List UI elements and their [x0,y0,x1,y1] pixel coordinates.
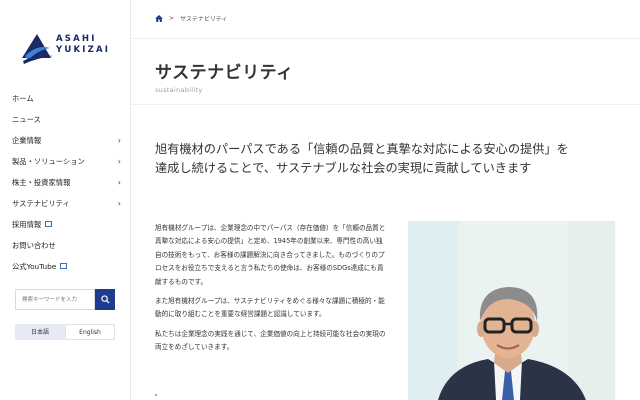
sidebar: ASAHI YUKIZAI ホーム ニュース 企業情報 › 製品・ソリューション… [0,0,131,400]
chevron-right-icon: › [117,136,121,145]
sidebar-item-company[interactable]: 企業情報 › [0,130,131,151]
main-content: > サステナビリティ サステナビリティ sustainability 旭有機材の… [131,0,640,400]
breadcrumb-current: サステナビリティ [180,16,228,23]
sidebar-item-label: ニュース [12,115,41,124]
body-paragraph: 旭有機材グループは、企業理念の中でパーパス（存在価値）を「信頼の品質と真摯な対応… [155,224,386,286]
sidebar-item-products[interactable]: 製品・ソリューション › [0,151,131,172]
sidebar-item-sustainability[interactable]: サステナビリティ › [0,193,131,214]
logo-line-2: YUKIZAI [56,45,111,55]
sidebar-item-youtube[interactable]: 公式YouTube [0,256,131,277]
sidebar-item-home[interactable]: ホーム [0,88,131,109]
scroll-dot [155,394,157,396]
header-divider [131,38,640,39]
breadcrumb-separator: > [169,15,175,22]
logo-wordmark: ASAHI YUKIZAI [56,34,110,56]
breadcrumb: > サステナビリティ [155,14,228,23]
sidebar-item-label: ホーム [12,94,34,103]
page-title: サステナビリティ [155,63,294,83]
sidebar-item-label: 企業情報 [12,136,42,145]
search-icon [100,295,110,304]
sidebar-item-label: 株主・投資家情報 [12,178,71,187]
search-box [15,289,115,310]
portrait-illustration [408,221,615,400]
chevron-right-icon: › [117,157,121,166]
page-subtitle: sustainability [155,86,203,94]
sidebar-item-contact[interactable]: お問い合わせ [0,235,131,256]
sidebar-item-label: 採用情報 [12,220,42,229]
sidebar-item-label: 公式YouTube [12,262,57,271]
logo-mark-icon [22,34,53,64]
title-divider [131,104,640,105]
body-paragraph: また旭有機材グループは、サステナビリティをめぐる様々な課題に積極的・能動的に取り… [155,297,385,319]
sidebar-item-investors[interactable]: 株主・投資家情報 › [0,172,131,193]
home-icon[interactable] [155,15,163,22]
sidebar-item-label: 製品・ソリューション [12,157,85,166]
external-link-icon [60,263,68,269]
logo-line-1: ASAHI [56,34,97,44]
chevron-right-icon: › [117,178,121,187]
search-input[interactable] [15,289,95,310]
sidebar-nav: ホーム ニュース 企業情報 › 製品・ソリューション › 株主・投資家情報 › … [0,88,131,277]
language-button-ja[interactable]: 日本語 [15,324,65,340]
external-link-icon [45,221,53,227]
lead-heading: 旭有機材のパーパスである「信頼の品質と真摯な対応による安心の提供」を 達成し続け… [155,142,569,175]
sidebar-item-news[interactable]: ニュース [0,109,131,130]
chevron-right-icon: › [117,199,121,208]
executive-portrait-photo [408,221,615,400]
sidebar-item-label: サステナビリティ [12,199,70,208]
language-switch: 日本語 English [15,324,115,340]
company-logo[interactable]: ASAHI YUKIZAI [20,30,116,66]
sidebar-item-label: お問い合わせ [12,241,56,250]
body-paragraph: 私たちは企業理念の実践を通じて、企業価値の向上と持続可能な社会の実現の両立をめざ… [155,329,386,352]
language-button-en[interactable]: English [65,324,115,340]
body-text: 旭有機材グループは、企業理念の中でパーパス（存在価値）を「信頼の品質と真摯な対応… [155,222,387,361]
sidebar-item-recruit[interactable]: 採用情報 [0,214,131,235]
search-button[interactable] [95,289,115,310]
